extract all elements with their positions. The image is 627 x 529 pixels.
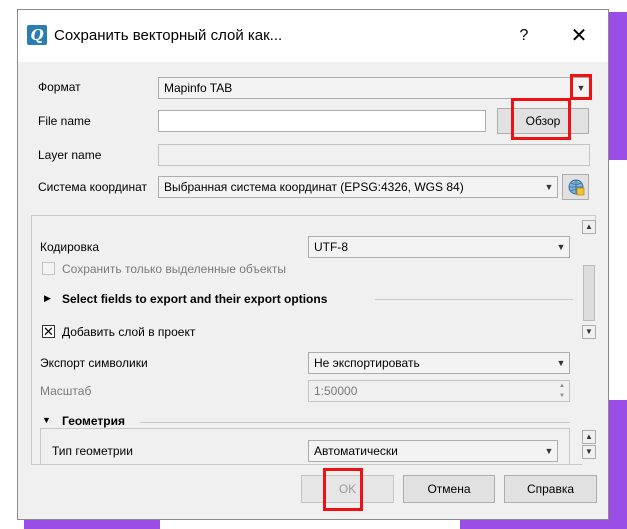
geometry-section[interactable]: Геометрия bbox=[62, 414, 125, 428]
add-layer-checkbox[interactable]: ✕ bbox=[42, 325, 55, 338]
crs-combo[interactable]: Выбранная система координат (EPSG:4326, … bbox=[158, 176, 558, 198]
layername-input[interactable] bbox=[158, 144, 590, 166]
symbology-combo[interactable]: Не экспортировать ▼ bbox=[308, 352, 570, 374]
encoding-combo[interactable]: UTF-8 ▼ bbox=[308, 236, 570, 258]
save-selected-checkbox[interactable] bbox=[42, 262, 55, 275]
geometry-type-label: Тип геометрии bbox=[52, 444, 133, 458]
geometry-type-combo[interactable]: Автоматически ▼ bbox=[308, 440, 558, 462]
chevron-down-icon[interactable]: ▼ bbox=[553, 353, 569, 373]
crs-select-button[interactable] bbox=[562, 174, 589, 200]
chevron-down-icon[interactable]: ▼ bbox=[541, 441, 557, 461]
scroll-thumb[interactable] bbox=[583, 265, 595, 321]
scale-value: 1:50000 bbox=[314, 384, 358, 398]
options-scrollbar[interactable]: ▲ ▼ ▲ ▼ bbox=[582, 220, 596, 465]
scroll-up-icon[interactable]: ▲ bbox=[582, 220, 596, 234]
format-value: Mapinfo TAB bbox=[164, 81, 233, 95]
format-label: Формат bbox=[38, 80, 81, 94]
section-divider bbox=[140, 422, 570, 423]
chevron-down-icon[interactable]: ▼ bbox=[541, 177, 557, 197]
title-bar[interactable]: Q Сохранить векторный слой как... ? ✕ bbox=[18, 10, 608, 62]
format-combo[interactable]: Mapinfo TAB ▼ bbox=[158, 77, 590, 99]
symbology-label: Экспорт символики bbox=[40, 356, 148, 370]
options-panel: Кодировка UTF-8 ▼ Сохранить только выдел… bbox=[31, 215, 596, 465]
globe-icon bbox=[568, 179, 584, 196]
scroll-up-icon[interactable]: ▲ bbox=[582, 430, 596, 444]
select-fields-section[interactable]: Select fields to export and their export… bbox=[62, 292, 327, 306]
scroll-down-icon[interactable]: ▼ bbox=[582, 325, 596, 339]
spinner-arrows-icon[interactable]: ▲ ▼ bbox=[555, 381, 569, 401]
cancel-button[interactable]: Отмена bbox=[403, 475, 495, 503]
close-icon[interactable]: ✕ bbox=[566, 23, 592, 49]
chevron-down-icon[interactable]: ▼ bbox=[553, 237, 569, 257]
save-selected-label: Сохранить только выделенные объекты bbox=[62, 262, 287, 276]
scroll-down-icon[interactable]: ▼ bbox=[582, 445, 596, 459]
add-layer-label: Добавить слой в проект bbox=[62, 325, 196, 339]
window-title: Сохранить векторный слой как... bbox=[54, 27, 283, 44]
expand-arrow-icon[interactable]: ▶ bbox=[44, 293, 51, 304]
highlight-ok-button bbox=[323, 468, 363, 511]
layername-label: Layer name bbox=[38, 148, 102, 162]
encoding-value: UTF-8 bbox=[314, 240, 348, 254]
scale-input[interactable]: 1:50000 ▲ ▼ bbox=[308, 380, 570, 402]
save-vector-layer-dialog: Q Сохранить векторный слой как... ? ✕ Фо… bbox=[17, 9, 609, 520]
crs-label: Система координат bbox=[38, 180, 148, 194]
scale-label: Масштаб bbox=[40, 384, 92, 398]
filename-input[interactable] bbox=[158, 110, 486, 132]
help-button[interactable]: Справка bbox=[504, 475, 597, 503]
crs-value: Выбранная система координат (EPSG:4326, … bbox=[164, 180, 464, 194]
highlight-format-arrow bbox=[570, 74, 592, 100]
highlight-browse-button bbox=[511, 98, 571, 140]
qgis-icon: Q bbox=[27, 25, 47, 45]
encoding-label: Кодировка bbox=[40, 240, 100, 254]
filename-label: File name bbox=[38, 114, 91, 128]
geometry-type-value: Автоматически bbox=[314, 444, 398, 458]
section-divider bbox=[375, 299, 573, 300]
symbology-value: Не экспортировать bbox=[314, 356, 420, 370]
help-title-button[interactable]: ? bbox=[512, 23, 536, 49]
collapse-arrow-icon[interactable]: ▼ bbox=[42, 415, 51, 425]
